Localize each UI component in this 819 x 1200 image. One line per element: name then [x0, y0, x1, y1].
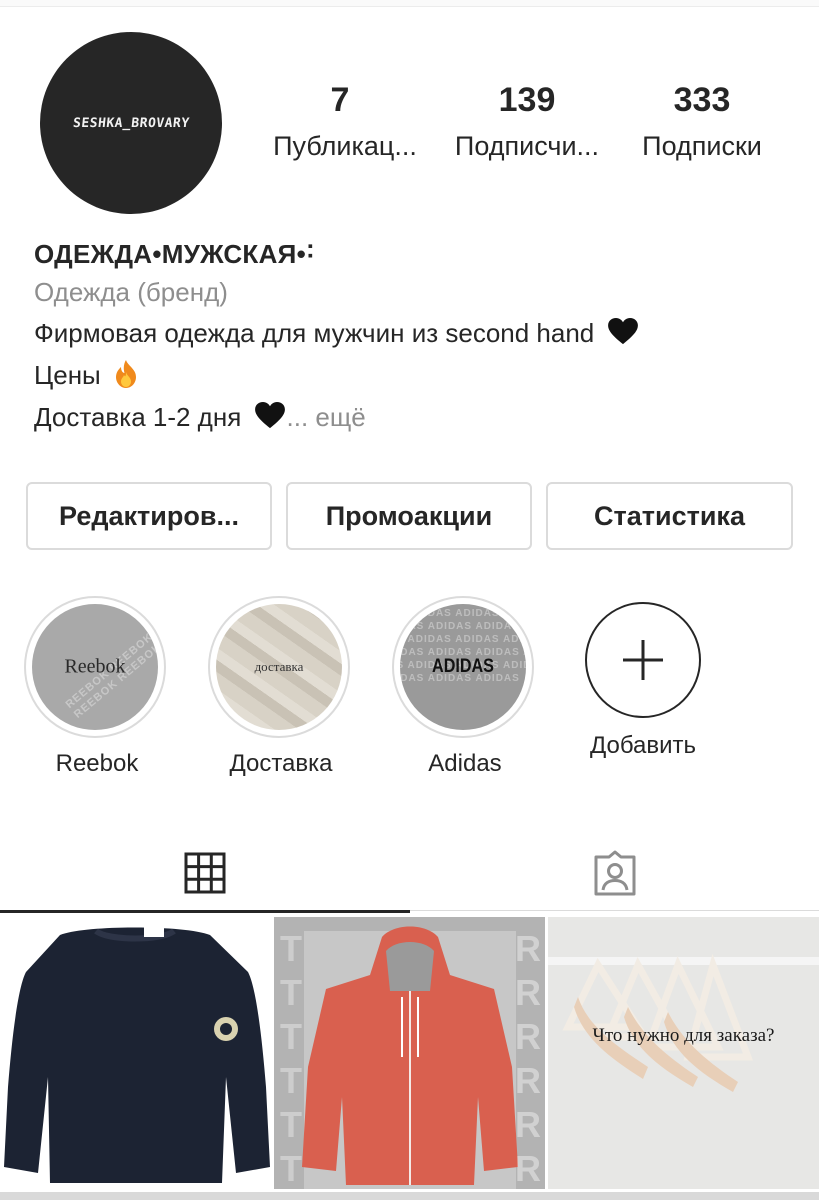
- stat-followers-label: Подписчи...: [454, 131, 600, 161]
- promotions-button[interactable]: Промоакции: [286, 482, 532, 550]
- post-caption: Что нужно для заказа?: [592, 1025, 775, 1046]
- stat-followers-count: 139: [498, 81, 556, 119]
- next-row-thumbnails: [0, 1192, 819, 1200]
- fire-icon: [115, 360, 136, 388]
- post-thumbnail[interactable]: TTTTTT RRRRRR: [274, 917, 545, 1189]
- hangers-image: [548, 917, 819, 1189]
- insights-button[interactable]: Статистика: [546, 482, 793, 550]
- highlight-reebok[interactable]: REEBOK REEBOK REEBOK REEBOK REEBOK REEBO…: [24, 596, 170, 778]
- highlight-cover: ADIDAS ADIDAS ADI DAS ADIDAS ADIDAS ADIDA…: [400, 604, 526, 730]
- stat-followers[interactable]: 139 Подписчи...: [442, 80, 612, 166]
- highlight-ring: REEBOK REEBOK REEBOK REEBOK REEBOK REEBO…: [24, 596, 166, 738]
- highlight-adidas[interactable]: ADIDAS ADIDAS ADI DAS ADIDAS ADIDAS ADIDA…: [392, 596, 538, 778]
- bio-more-link[interactable]: ... ещё: [287, 402, 366, 432]
- bio-line-3-text: Доставка 1-2 дня: [34, 402, 242, 432]
- highlight-cover-text: доставка: [254, 659, 304, 674]
- profile-name: ОДЕЖДА•МУЖСКАЯ•˸: [34, 239, 315, 269]
- tab-tagged[interactable]: [410, 834, 819, 912]
- highlight-ring: доставка: [208, 596, 350, 738]
- grid-icon: [184, 852, 226, 894]
- profile-stats: 7 Публикац... 139 Подписчи... 333 Подпис…: [262, 80, 782, 170]
- hoodie-image: [274, 917, 545, 1189]
- bio-line-1-text: Фирмовая одежда для мужчин из second han…: [34, 318, 595, 348]
- avatar-logo-text: SESHKA_BROVARY: [71, 115, 191, 131]
- highlight-cover: REEBOK REEBOK REEBOK REEBOK REEBOK REEBO…: [32, 604, 158, 730]
- bio-line-3: Доставка 1-2 дня ... ещё: [34, 396, 794, 438]
- highlight-cover-text: ADIDAS: [432, 656, 494, 677]
- tagged-user-icon: [594, 850, 635, 896]
- stat-posts-count: 7: [330, 81, 350, 119]
- highlight-ring: ADIDAS ADIDAS ADI DAS ADIDAS ADIDAS ADIDA…: [392, 596, 534, 738]
- profile-category: Одежда (бренд): [34, 277, 228, 307]
- stat-following[interactable]: 333 Подписки: [622, 80, 782, 166]
- post-thumbnail[interactable]: [0, 917, 271, 1189]
- post-thumbnail[interactable]: Что нужно для заказа?: [548, 917, 819, 1189]
- highlight-delivery[interactable]: доставка Доставка: [208, 596, 354, 778]
- bio-line-2: Цены: [34, 354, 794, 396]
- tab-active-indicator: [0, 910, 410, 913]
- tab-grid[interactable]: [0, 834, 410, 912]
- highlight-label: Добавить: [589, 732, 697, 759]
- profile-avatar[interactable]: SESHKA_BROVARY: [40, 32, 222, 214]
- stat-posts[interactable]: 7 Публикац...: [260, 80, 430, 166]
- bio-line-2-text: Цены: [34, 360, 101, 390]
- add-highlight-ring[interactable]: [585, 602, 701, 718]
- highlight-label: Adidas: [428, 750, 502, 777]
- edit-profile-button[interactable]: Редактиров...: [26, 482, 272, 550]
- bio-line-1: Фирмовая одежда для мужчин из second han…: [34, 312, 794, 354]
- watermark-right: RRRRRR: [515, 928, 541, 1189]
- highlight-add[interactable]: Добавить: [570, 596, 716, 760]
- black-heart-icon: [607, 318, 638, 345]
- black-heart-icon: [254, 402, 285, 429]
- profile-bio: ОДЕЖДА•МУЖСКАЯ•˸ Одежда (бренд) Фирмовая…: [34, 236, 794, 438]
- sweater-image: [0, 917, 271, 1189]
- status-strip: [0, 0, 819, 7]
- plus-icon: [623, 640, 663, 680]
- highlight-label: Reebok: [55, 750, 139, 777]
- watermark-left: TTTTTT: [280, 928, 302, 1189]
- highlight-cover-text: Reebok: [64, 655, 126, 678]
- highlight-cover: доставка: [216, 604, 342, 730]
- highlight-label: Доставка: [229, 750, 333, 777]
- stat-posts-label: Публикац...: [273, 131, 417, 161]
- stat-following-count: 333: [673, 81, 731, 119]
- stat-following-label: Подписки: [642, 131, 762, 161]
